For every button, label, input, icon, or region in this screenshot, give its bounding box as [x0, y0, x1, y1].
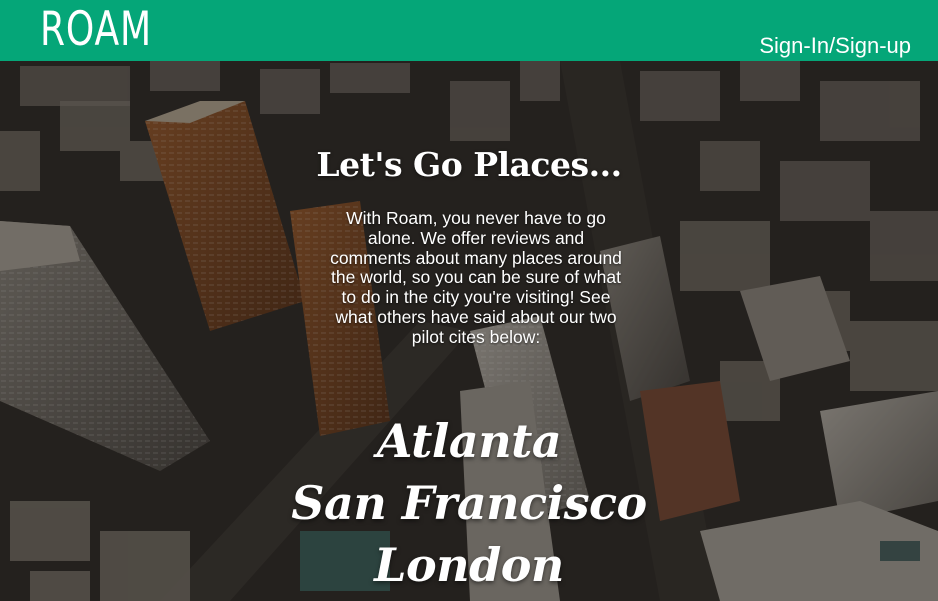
roam-logo[interactable]: ROAM	[40, 2, 152, 57]
page-headline: Let's Go Places...	[316, 145, 622, 184]
top-navigation-bar: ROAM Sign-In/Sign-up	[0, 0, 938, 61]
city-link-london[interactable]: London	[0, 538, 938, 592]
hero-content: Let's Go Places... With Roam, you never …	[0, 61, 938, 601]
sign-in-sign-up-link[interactable]: Sign-In/Sign-up	[759, 34, 911, 58]
city-link-atlanta[interactable]: Atlanta	[0, 414, 938, 468]
intro-paragraph: With Roam, you never have to go alone. W…	[330, 208, 622, 347]
city-link-san-francisco[interactable]: San Francisco	[0, 476, 938, 530]
